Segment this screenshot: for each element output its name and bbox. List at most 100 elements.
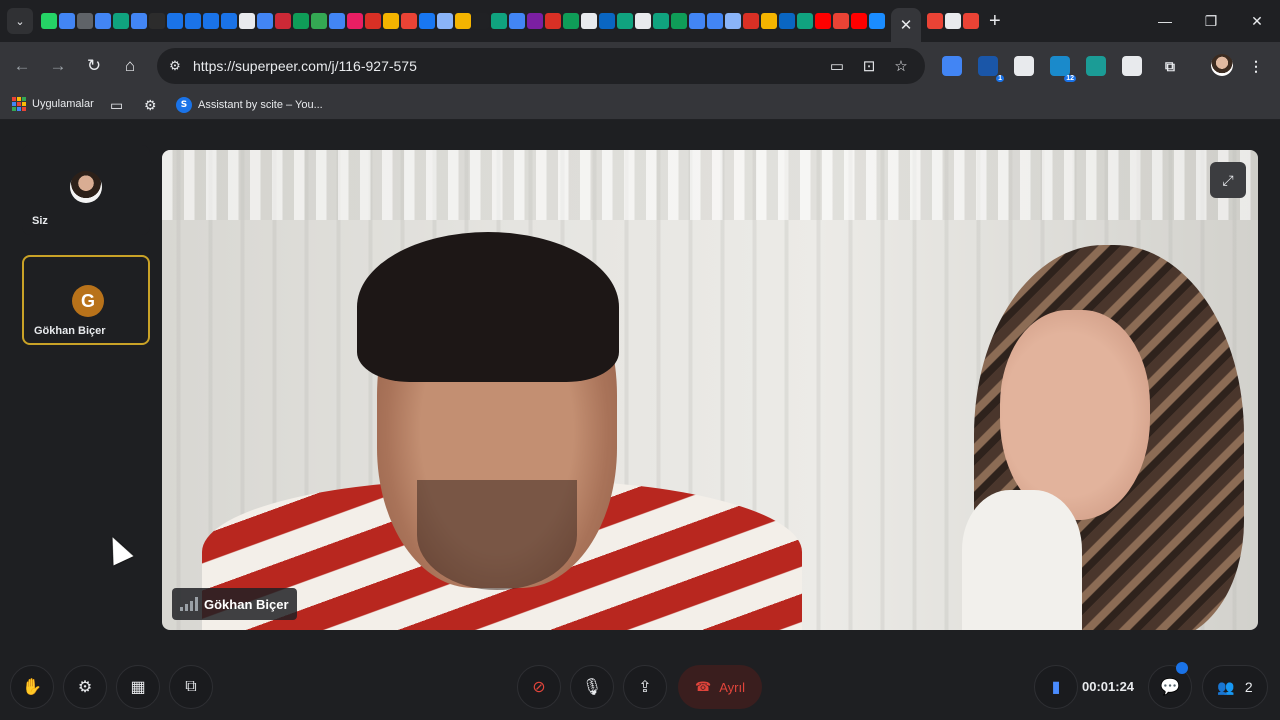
google-tab-icon[interactable] [833,13,849,29]
signal-strength-icon [180,597,198,611]
connection-quality-icon[interactable]: ▮ [1034,665,1078,709]
drive-tab-icon[interactable] [293,13,309,29]
bookmark-scite[interactable]: S Assistant by scite – You... [176,97,323,113]
new-tab-button[interactable]: + [989,10,1001,33]
loader-tab-icon[interactable] [77,13,93,29]
close-window-button[interactable]: ✕ [1234,0,1280,42]
settings-icon[interactable]: ⚙ [63,665,107,709]
docs-tab-icon[interactable] [707,13,723,29]
buffer-tab-icon[interactable] [149,13,165,29]
github-tab-icon[interactable] [635,13,651,29]
participant-tile-self[interactable]: Siz [22,145,150,235]
drive-tab-icon[interactable] [671,13,687,29]
main-video: ⤢ Gökhan Biçer [162,150,1258,630]
bookmark-apps[interactable]: Uygulamalar [12,97,94,111]
layout-grid-icon[interactable]: ▦ [116,665,160,709]
settings-gear-icon[interactable]: ⚙ [144,97,157,114]
camera-off-icon[interactable]: ⊘ [517,665,561,709]
tab-search-button[interactable]: ⌄ [7,8,33,34]
gt-tab-icon[interactable] [131,13,147,29]
linkedin-tab-icon[interactable] [599,13,615,29]
url-text[interactable]: https://superpeer.com/j/116-927-575 [193,58,417,74]
cloud-ext-extension-icon[interactable] [1122,56,1142,76]
chatgpt-tab-icon[interactable] [491,13,507,29]
bookmarks-bar: Uygulamalar ▭ ⚙ S Assistant by scite – Y… [0,90,1280,120]
profile-avatar[interactable] [1211,54,1233,76]
extension-badge: 1 [996,75,1004,82]
browser-menu-icon[interactable]: ⋮ [1246,56,1266,76]
google-tab-icon[interactable] [963,13,979,29]
minimize-button[interactable]: — [1142,0,1188,42]
calendar-26-tab-icon[interactable] [95,13,111,29]
teal-ext-extension-icon[interactable] [1086,56,1106,76]
reload-icon[interactable]: ↻ [82,54,106,78]
docs-tab-icon[interactable] [329,13,345,29]
docs-tab-icon[interactable] [689,13,705,29]
news-tab-icon[interactable] [743,13,759,29]
google-tab-icon[interactable] [927,13,943,29]
chatgpt-tab-icon[interactable] [797,13,813,29]
docs-extension-icon[interactable] [942,56,962,76]
video-tab-icon[interactable] [527,13,543,29]
whatsapp-tab-icon[interactable] [41,13,57,29]
participant-name: Siz [32,215,48,227]
m-ext-extension-icon[interactable]: 12 [1050,56,1076,82]
s-tab-icon[interactable] [221,13,237,29]
youtube-tab-icon[interactable] [815,13,831,29]
chatgpt-tab-icon[interactable] [653,13,669,29]
phone-hangup-icon: ☎ [695,679,712,694]
j-tab-icon[interactable] [347,13,363,29]
m12-tab-icon[interactable] [545,13,561,29]
google-tab-icon[interactable] [401,13,417,29]
youtube-tab-icon[interactable] [851,13,867,29]
gemini-tab-icon[interactable] [725,13,741,29]
gt-tab-icon[interactable] [509,13,525,29]
openai-tab-icon[interactable] [473,13,489,29]
claude-tab-icon[interactable] [383,13,399,29]
leave-button[interactable]: ☎ Ayrıl [678,665,762,709]
speaker-name-tag: Gökhan Biçer [172,588,297,620]
s-tab-icon[interactable] [185,13,201,29]
zotero-tab-icon[interactable] [275,13,291,29]
linkedin-tab-icon[interactable] [779,13,795,29]
address-bar[interactable]: ⚙ https://superpeer.com/j/116-927-575 ▭ … [157,48,925,84]
plus-tab-icon[interactable] [311,13,327,29]
back-icon[interactable]: ← [10,54,34,78]
amazon-tab-icon[interactable] [581,13,597,29]
notion-tab-icon[interactable] [239,13,255,29]
r-tab-icon[interactable] [945,13,961,29]
triangle-tab-icon[interactable] [563,13,579,29]
a-tab-icon[interactable] [365,13,381,29]
microphone-icon[interactable]: 🎙 [570,665,614,709]
claude-tab-icon[interactable] [455,13,471,29]
s-tab-icon[interactable] [167,13,183,29]
participants-button[interactable]: 👥 2 [1202,665,1268,709]
f-ext-extension-icon[interactable]: 1 [978,56,1004,82]
chrome-tab-icon[interactable] [59,13,75,29]
s-tab-icon[interactable] [203,13,219,29]
fullscreen-expand-icon[interactable]: ⤢ [1210,162,1246,198]
raise-hand-icon[interactable]: ✋ [10,665,54,709]
browser-toolbar: ← → ↻ ⌂ ⚙ https://superpeer.com/j/116-92… [0,42,1280,90]
camera-permission-icon[interactable]: ▭ [827,56,847,76]
chatgpt-tab-icon[interactable] [617,13,633,29]
v-tab-icon[interactable] [869,13,885,29]
site-info-icon[interactable]: ⚙ [165,56,185,76]
install-app-icon[interactable]: ⊡ [859,56,879,76]
participant-tile-gokhan[interactable]: G Gökhan Biçer [22,255,150,345]
close-tab-icon[interactable]: ✕ [891,8,921,42]
facebook-tab-icon[interactable] [419,13,435,29]
home-icon[interactable]: ⌂ [118,54,142,78]
bookmark-star-icon[interactable]: ☆ [891,56,911,76]
gemini-tab-icon[interactable] [437,13,453,29]
picture-in-picture-icon[interactable]: ⧉ [169,665,213,709]
forward-icon[interactable]: → [46,54,70,78]
claude-tab-icon[interactable] [761,13,777,29]
restore-button[interactable]: ❐ [1188,0,1234,42]
c-ext-extension-icon[interactable] [1014,56,1034,76]
chatgpt-tab-icon[interactable] [113,13,129,29]
folder-icon[interactable]: ▭ [110,97,123,114]
docs-tab-icon[interactable] [257,13,273,29]
extensions-puzzle-icon[interactable]: ⧉ [1160,56,1180,76]
screen-share-icon[interactable]: ⇪ [623,665,667,709]
